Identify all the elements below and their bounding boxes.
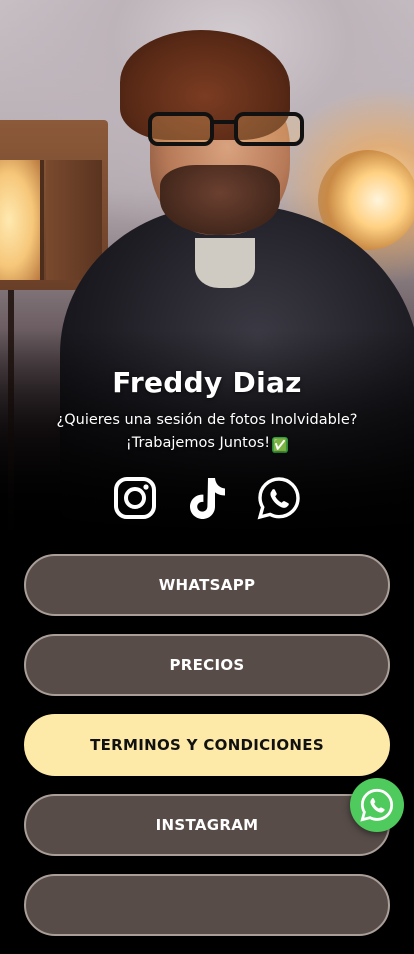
whatsapp-link-button[interactable]: WHATSAPP <box>24 554 390 616</box>
terminos-link-button[interactable]: TERMINOS Y CONDICIONES <box>24 714 390 776</box>
whatsapp-fab-button[interactable] <box>350 778 404 832</box>
link-list: WHATSAPP PRECIOS TERMINOS Y CONDICIONES … <box>24 554 390 954</box>
person-shirt <box>195 238 255 288</box>
whatsapp-icon <box>360 788 394 822</box>
social-icons <box>0 476 414 520</box>
whatsapp-icon[interactable] <box>257 476 301 520</box>
tiktok-icon[interactable] <box>185 476 229 520</box>
glasses <box>148 112 304 146</box>
profile-section: Freddy Diaz ¿Quieres una sesión de fotos… <box>0 360 414 455</box>
profile-name: Freddy Diaz <box>112 366 302 399</box>
precios-link-button[interactable]: PRECIOS <box>24 634 390 696</box>
check-emoji: ✅ <box>272 437 289 453</box>
instagram-icon[interactable] <box>113 476 157 520</box>
bio-line-1: ¿Quieres una sesión de fotos Inolvidable… <box>56 412 358 428</box>
instagram-link-button[interactable]: INSTAGRAM <box>24 794 390 856</box>
profile-bio: ¿Quieres una sesión de fotos Inolvidable… <box>22 409 392 455</box>
bio-line-2: ¡Trabajemos Juntos! ✅ <box>125 435 289 453</box>
person-beard <box>160 165 280 235</box>
next-link-button[interactable] <box>24 874 390 936</box>
hero-photo <box>0 0 414 540</box>
